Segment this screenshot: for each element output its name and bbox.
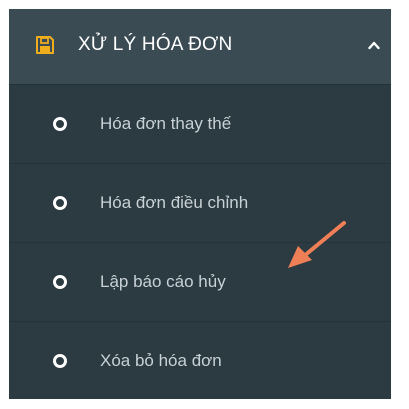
- circle-outline-icon: [53, 117, 67, 131]
- floppy-disk-icon: [36, 36, 54, 54]
- circle-outline-icon: [53, 196, 67, 210]
- submenu-item-label: Hóa đơn thay thế: [100, 114, 232, 133]
- submenu-item-cancellation-report[interactable]: Lập báo cáo hủy: [9, 243, 391, 322]
- submenu-item-label: Hóa đơn điều chỉnh: [100, 193, 249, 212]
- submenu: Hóa đơn thay thế Hóa đơn điều chỉnh Lập …: [9, 85, 391, 399]
- submenu-item-label: Lập báo cáo hủy: [100, 272, 226, 291]
- circle-outline-icon: [53, 354, 67, 368]
- sidebar-menu: XỬ LÝ HÓA ĐƠN Hóa đơn thay thế Hóa đơn đ…: [9, 9, 391, 399]
- menu-group-header[interactable]: XỬ LÝ HÓA ĐƠN: [9, 9, 391, 85]
- screenshot-frame: XỬ LÝ HÓA ĐƠN Hóa đơn thay thế Hóa đơn đ…: [0, 0, 409, 409]
- submenu-item-delete-invoice[interactable]: Xóa bỏ hóa đơn: [9, 322, 391, 399]
- submenu-item-label: Xóa bỏ hóa đơn: [100, 351, 222, 370]
- submenu-item-replacement-invoice[interactable]: Hóa đơn thay thế: [9, 85, 391, 164]
- chevron-up-icon[interactable]: [368, 40, 380, 50]
- submenu-item-adjustment-invoice[interactable]: Hóa đơn điều chỉnh: [9, 164, 391, 243]
- circle-outline-icon: [53, 275, 67, 289]
- menu-group-title: XỬ LÝ HÓA ĐƠN: [78, 34, 233, 55]
